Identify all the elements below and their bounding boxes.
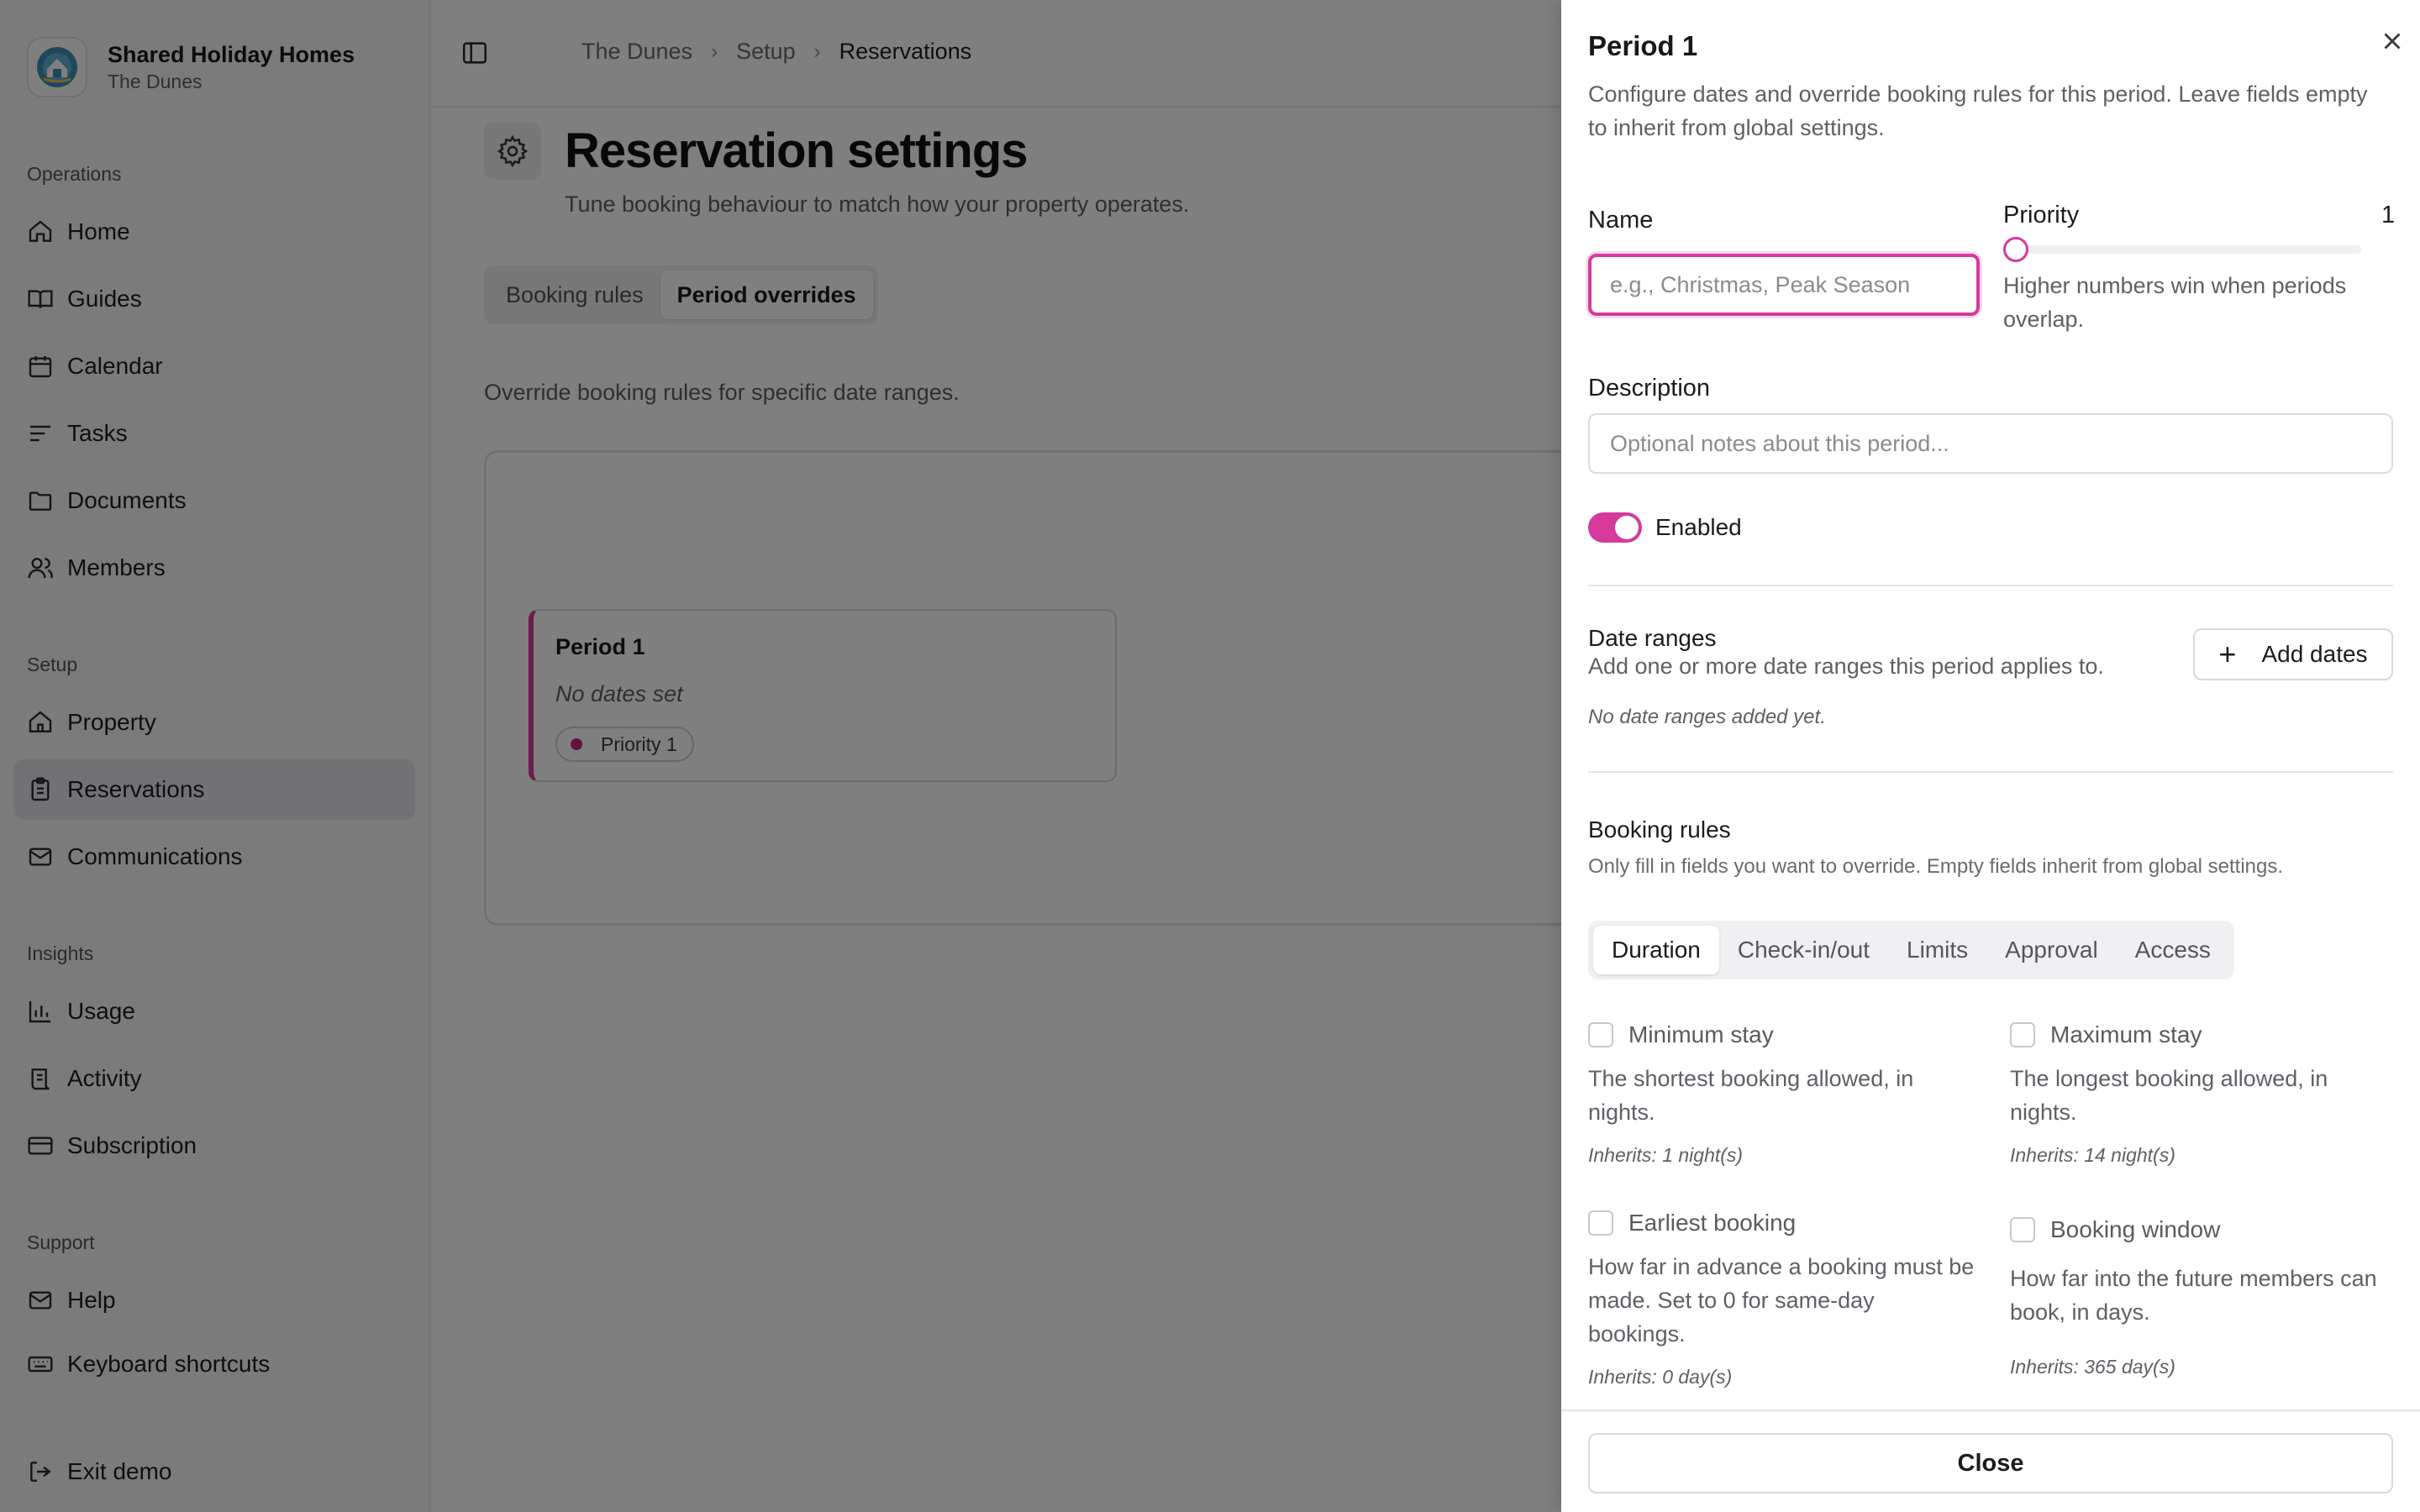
description-label: Description	[1588, 375, 1711, 402]
close-button[interactable]: Close	[1588, 1433, 2393, 1494]
drawer-scroll-area: Period 1 Configure dates and override bo…	[1561, 0, 2420, 1394]
drawer-description: Configure dates and override booking rul…	[1588, 81, 2368, 140]
minimum-stay-row[interactable]: Minimum stay	[1588, 1021, 1774, 1048]
drawer-title: Period 1	[1588, 30, 1698, 61]
booking-window-description: How far into the future members can book…	[2010, 1266, 2377, 1325]
tab-limits[interactable]: Limits	[1888, 926, 1986, 974]
add-dates-button[interactable]: + Add dates	[2193, 628, 2393, 680]
description-input-placeholder: Optional notes about this period...	[1610, 430, 1949, 456]
earliest-booking-label: Earliest booking	[1628, 1210, 1797, 1236]
minimum-stay-label: Minimum stay	[1628, 1021, 1774, 1047]
earliest-booking-row[interactable]: Earliest booking	[1588, 1210, 1796, 1236]
minimum-stay-checkbox[interactable]	[1588, 1022, 1613, 1047]
minimum-stay-inherit: Inherits: 1 night(s)	[1588, 1144, 1744, 1166]
booking-rules-description: Only fill in fields you want to override…	[1588, 855, 2284, 878]
rule-tabs: Duration Check-in/out Limits Approval Ac…	[1588, 921, 2234, 979]
earliest-booking-description: How far in advance a booking must be mad…	[1588, 1254, 1975, 1347]
divider	[1588, 771, 2393, 773]
period-drawer: Period 1 Configure dates and override bo…	[1561, 0, 2420, 1512]
maximum-stay-row[interactable]: Maximum stay	[2010, 1021, 2202, 1048]
tab-access[interactable]: Access	[2117, 926, 2229, 974]
description-input[interactable]: Optional notes about this period...	[1588, 413, 2393, 474]
drawer-footer: Close	[1561, 1410, 2420, 1512]
priority-label: Priority	[2003, 202, 2080, 228]
name-input[interactable]: e.g., Christmas, Peak Season	[1588, 254, 1980, 316]
earliest-booking-inherit: Inherits: 0 day(s)	[1588, 1366, 1733, 1388]
toggle-knob	[1615, 516, 1639, 539]
date-ranges-title: Date ranges	[1588, 625, 1717, 651]
booking-window-row[interactable]: Booking window	[2010, 1216, 2220, 1243]
name-input-placeholder: e.g., Christmas, Peak Season	[1610, 271, 1911, 297]
add-dates-label: Add dates	[2261, 641, 2368, 667]
booking-window-inherit: Inherits: 365 day(s)	[2010, 1356, 2175, 1378]
close-icon[interactable]	[2378, 27, 2407, 55]
no-date-ranges: No date ranges added yet.	[1588, 706, 1826, 728]
date-ranges-description: Add one or more date ranges this period …	[1588, 654, 2104, 679]
priority-slider-track[interactable]	[2003, 245, 2361, 254]
enabled-toggle[interactable]	[1588, 512, 1642, 543]
maximum-stay-checkbox[interactable]	[2010, 1022, 2035, 1047]
tab-duration[interactable]: Duration	[1593, 926, 1719, 974]
earliest-booking-checkbox[interactable]	[1588, 1210, 1613, 1236]
enabled-label: Enabled	[1655, 514, 1742, 540]
booking-window-checkbox[interactable]	[2010, 1217, 2035, 1242]
minimum-stay-description: The shortest booking allowed, in nights.	[1588, 1066, 1914, 1125]
booking-window-label: Booking window	[2050, 1216, 2221, 1242]
booking-rules-title: Booking rules	[1588, 816, 1731, 843]
maximum-stay-label: Maximum stay	[2050, 1021, 2202, 1047]
tab-approval[interactable]: Approval	[1986, 926, 2117, 974]
priority-slider-thumb[interactable]	[2003, 237, 2028, 262]
maximum-stay-inherit: Inherits: 14 night(s)	[2010, 1144, 2175, 1166]
divider	[1588, 585, 2393, 586]
priority-value: 1	[2381, 202, 2396, 228]
plus-icon: +	[2218, 637, 2237, 671]
priority-help: Higher numbers win when periods overlap.	[2003, 273, 2347, 332]
maximum-stay-description: The longest booking allowed, in nights.	[2010, 1066, 2328, 1125]
tab-check-in-out[interactable]: Check-in/out	[1719, 926, 1888, 974]
name-label: Name	[1588, 207, 1654, 234]
